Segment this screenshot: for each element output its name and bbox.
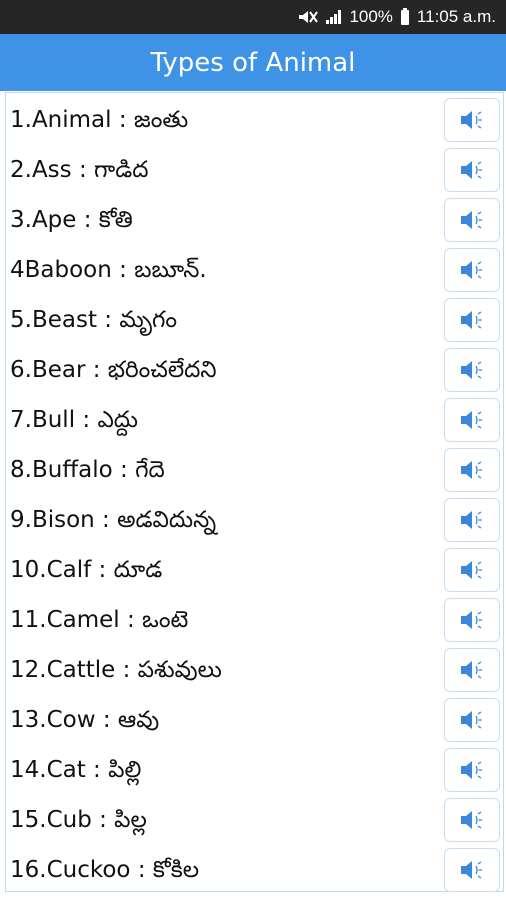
list-item: 3.Ape : కోతి — [6, 195, 503, 245]
word-label: 16.Cuckoo : కోకిల — [10, 857, 200, 883]
speak-button[interactable] — [444, 398, 500, 442]
list-item: 11.Camel : ఒంటె — [6, 595, 503, 645]
speaker-icon — [461, 411, 482, 429]
list-item: 12.Cattle : పశువులు — [6, 645, 503, 695]
speak-button[interactable] — [444, 598, 500, 642]
word-label: 4Baboon : బబూన్. — [10, 257, 207, 283]
battery-icon — [400, 7, 409, 25]
speak-button[interactable] — [444, 98, 500, 142]
status-bar: 100% 11:05 a.m. — [0, 0, 506, 34]
word-label: 3.Ape : కోతి — [10, 207, 133, 233]
list-item: 9.Bison : అడవిదున్న — [6, 495, 503, 545]
speaker-icon — [461, 111, 482, 129]
speak-button[interactable] — [444, 498, 500, 542]
app-bar: Types of Animal — [0, 34, 506, 91]
mute-icon — [297, 9, 319, 25]
word-label: 15.Cub : పిల్ల — [10, 807, 147, 833]
list-item: 2.Ass : గాడిద — [6, 145, 503, 195]
speak-button[interactable] — [444, 848, 500, 892]
speaker-icon — [461, 161, 482, 179]
word-label: 2.Ass : గాడిద — [10, 157, 149, 183]
speak-button[interactable] — [444, 548, 500, 592]
speak-button[interactable] — [444, 698, 500, 742]
word-label: 11.Camel : ఒంటె — [10, 607, 189, 633]
signal-icon — [325, 9, 343, 25]
speak-button[interactable] — [444, 198, 500, 242]
word-label: 5.Beast : మృగం — [10, 307, 178, 333]
word-label: 10.Calf : దూడ — [10, 557, 163, 583]
speak-button[interactable] — [444, 298, 500, 342]
speaker-icon — [461, 461, 482, 479]
speak-button[interactable] — [444, 648, 500, 692]
speaker-icon — [461, 361, 482, 379]
speak-button[interactable] — [444, 798, 500, 842]
speaker-icon — [461, 561, 482, 579]
speaker-icon — [461, 811, 482, 829]
speaker-icon — [461, 611, 482, 629]
list-item: 15.Cub : పిల్ల — [6, 795, 503, 845]
speaker-icon — [461, 761, 482, 779]
list-item: 13.Cow : ఆవు — [6, 695, 503, 745]
speaker-icon — [461, 661, 482, 679]
speak-button[interactable] — [444, 748, 500, 792]
word-label: 13.Cow : ఆవు — [10, 707, 160, 733]
word-label: 8.Buffalo : గేదె — [10, 457, 165, 483]
list-item: 4Baboon : బబూన్. — [6, 245, 503, 295]
speaker-icon — [461, 311, 482, 329]
speak-button[interactable] — [444, 348, 500, 392]
word-label: 7.Bull : ఎద్దు — [10, 407, 139, 433]
speaker-icon — [461, 211, 482, 229]
list-item: 10.Calf : దూడ — [6, 545, 503, 595]
list-item: 7.Bull : ఎద్దు — [6, 395, 503, 445]
speak-button[interactable] — [444, 148, 500, 192]
list-item: 1.Animal : జంతు — [6, 95, 503, 145]
word-label: 14.Cat : పిల్లి — [10, 757, 142, 783]
word-label: 6.Bear : భరించలేదని — [10, 357, 217, 383]
word-label: 1.Animal : జంతు — [10, 107, 189, 133]
word-label: 12.Cattle : పశువులు — [10, 657, 222, 683]
list-item: 8.Buffalo : గేదె — [6, 445, 503, 495]
list-item: 5.Beast : మృగం — [6, 295, 503, 345]
list-item: 6.Bear : భరించలేదని — [6, 345, 503, 395]
speak-button[interactable] — [444, 448, 500, 492]
page-title: Types of Animal — [150, 47, 356, 78]
battery-percent: 100% — [349, 7, 393, 26]
speaker-icon — [461, 711, 482, 729]
word-label: 9.Bison : అడవిదున్న — [10, 507, 217, 533]
speak-button[interactable] — [444, 248, 500, 292]
word-list[interactable]: 1.Animal : జంతు 2.Ass : గాడిద 3.Ape : కోతి… — [5, 92, 504, 892]
list-item: 16.Cuckoo : కోకిల — [6, 845, 503, 895]
speaker-icon — [461, 261, 482, 279]
list-item: 14.Cat : పిల్లి — [6, 745, 503, 795]
speaker-icon — [461, 861, 482, 879]
clock: 11:05 a.m. — [416, 7, 496, 26]
speaker-icon — [461, 511, 482, 529]
